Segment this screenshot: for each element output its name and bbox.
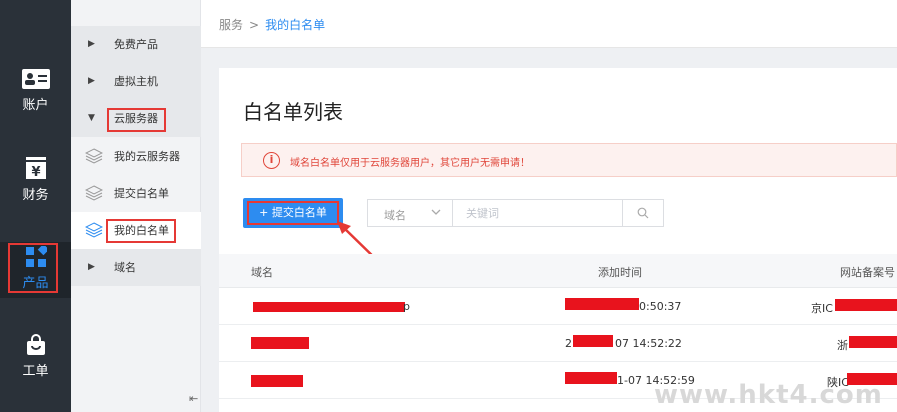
search-bar: 域名 — [367, 199, 664, 227]
rail-item-account[interactable]: 账户 — [0, 68, 71, 128]
top-bar: 服务 > 我的白名单 — [201, 0, 897, 48]
caret-right-icon: ▶ — [88, 262, 95, 272]
menu-label: 提交白名单 — [114, 187, 169, 200]
search-input[interactable] — [454, 200, 622, 226]
secondary-menu: ▶ 免费产品 ▶ 虚拟主机 ▼ 云服务器 我的云服务器 提交白名单 我的白名单 … — [71, 0, 201, 412]
page-title: 白名单列表 — [243, 100, 343, 124]
menu-item-free-products[interactable]: ▶ 免费产品 — [71, 26, 201, 63]
rail-label-account: 账户 — [22, 98, 49, 113]
caret-right-icon: ▶ — [88, 39, 95, 49]
caret-down-icon: ▼ — [88, 113, 95, 123]
redaction-mark — [835, 299, 897, 311]
layers-icon — [85, 185, 103, 201]
menu-item-virtual-host[interactable]: ▶ 虚拟主机 — [71, 63, 201, 100]
collapse-menu-icon[interactable]: ⇤ — [189, 392, 198, 405]
ticket-bag-icon — [26, 334, 45, 355]
header-icp-number: 网站备案号 — [840, 266, 895, 279]
rail-label-ticket: 工单 — [22, 364, 49, 379]
header-added-time: 添加时间 — [598, 266, 642, 279]
rail-label-finance: 财务 — [22, 188, 49, 203]
redaction-mark — [565, 372, 617, 384]
menu-label: 我的云服务器 — [114, 150, 180, 163]
table-row[interactable]: 2 07 14:52:22 浙 — [219, 325, 897, 362]
redaction-mark — [251, 337, 309, 349]
search-field-select[interactable]: 域名 — [368, 200, 453, 226]
cell-time-prefix: 2 — [565, 337, 572, 350]
svg-text:¥: ¥ — [31, 165, 40, 180]
notice-text: 域名白名单仅用于云服务器用户，其它用户无需申请！ — [290, 158, 530, 169]
table-header: 域名 添加时间 网站备案号 — [219, 254, 897, 288]
breadcrumb-root[interactable]: 服务 — [219, 18, 243, 32]
search-icon — [637, 207, 649, 219]
rail-item-finance[interactable]: ¥ 财务 — [0, 156, 71, 216]
cell-time: 07 14:52:22 — [615, 337, 682, 350]
layers-icon — [85, 222, 103, 238]
table-row[interactable]: p 0:50:37 京IC — [219, 288, 897, 325]
info-icon: i — [263, 152, 280, 169]
search-button[interactable] — [622, 200, 663, 226]
cloud-server-highlight-box — [107, 108, 166, 132]
menu-label: 虚拟主机 — [114, 75, 158, 88]
menu-label: 域名 — [114, 261, 136, 274]
redaction-mark — [565, 298, 639, 310]
breadcrumb: 服务 > 我的白名单 — [219, 16, 325, 33]
my-whitelist-highlight-box — [106, 219, 176, 243]
redaction-mark — [253, 302, 405, 312]
cell-time: 0:50:37 — [639, 300, 682, 313]
header-domain: 域名 — [251, 266, 273, 279]
cell-icp: 京IC — [811, 302, 833, 315]
notice-banner: i 域名白名单仅用于云服务器用户，其它用户无需申请！ — [241, 143, 897, 177]
account-card-icon — [21, 69, 50, 89]
watermark: www.hkt4.com — [654, 380, 883, 410]
add-button-highlight-box — [247, 201, 339, 225]
layers-icon — [85, 148, 103, 164]
menu-item-domain[interactable]: ▶ 域名 — [71, 249, 201, 286]
redaction-mark — [573, 335, 613, 347]
caret-right-icon: ▶ — [88, 76, 95, 86]
breadcrumb-separator: > — [249, 18, 260, 32]
redaction-mark — [251, 375, 303, 387]
search-field-value: 域名 — [384, 209, 406, 222]
main-content: 服务 > 我的白名单 白名单列表 i 域名白名单仅用于云服务器用户，其它用户无需申请… — [201, 0, 897, 412]
product-highlight-box — [8, 243, 58, 293]
breadcrumb-current: 我的白名单 — [265, 18, 326, 32]
menu-item-submit-whitelist[interactable]: 提交白名单 — [71, 175, 201, 212]
redaction-mark — [849, 336, 897, 348]
menu-item-my-cloud-server[interactable]: 我的云服务器 — [71, 138, 201, 175]
cell-icp: 浙 — [837, 339, 848, 352]
rail-item-ticket[interactable]: 工单 — [0, 334, 71, 394]
chevron-down-icon — [431, 209, 441, 215]
app-root: 账户 ¥ 财务 产品 工单 ▶ 免费产品 ▶ 虚拟主机 ▼ 云服务器 我的云服务… — [0, 0, 897, 412]
primary-nav-rail: 账户 ¥ 财务 产品 工单 — [0, 0, 71, 412]
finance-yen-icon: ¥ — [25, 157, 46, 180]
menu-label: 免费产品 — [114, 38, 158, 51]
cell-domain: p — [403, 300, 410, 313]
